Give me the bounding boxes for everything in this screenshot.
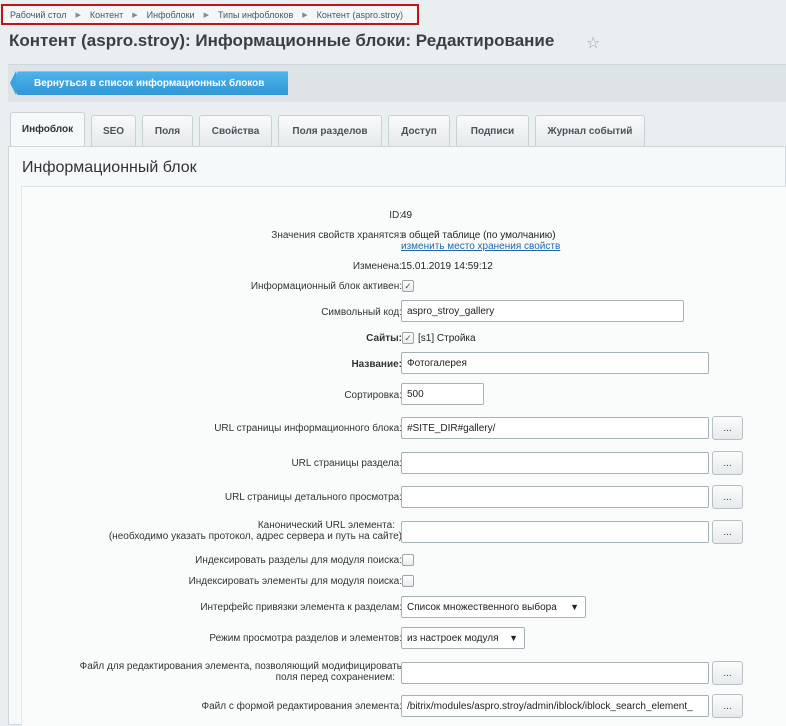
edit-file-label: Файл для редактирования элемента, позвол… — [79, 661, 402, 672]
form-file-label: Файл с формой редактирования элемента: — [201, 701, 402, 712]
modified-value: 15.01.2019 14:59:12 — [401, 261, 493, 272]
tab-section-fields[interactable]: Поля разделов — [278, 115, 382, 146]
form-file-browse-button[interactable]: ... — [712, 694, 743, 718]
form-file-input[interactable]: /bitrix/modules/aspro.stroy/admin/iblock… — [401, 695, 709, 717]
tab-event-log[interactable]: Журнал событий — [535, 115, 645, 146]
section-url-input[interactable] — [401, 452, 709, 474]
back-to-list-button[interactable]: Вернуться в список информационных блоков — [10, 71, 288, 95]
tab-seo[interactable]: SEO — [91, 115, 136, 146]
breadcrumb-item-desktop[interactable]: Рабочий стол — [10, 10, 67, 20]
list-url-input[interactable]: #SITE_DIR#gallery/ — [401, 417, 709, 439]
breadcrumb-item-current[interactable]: Контент (aspro.stroy) — [317, 10, 403, 20]
breadcrumb: Рабочий стол ▶ Контент ▶ Инфоблоки ▶ Тип… — [1, 4, 419, 25]
binding-label: Интерфейс привязки элемента к разделам: — [200, 602, 402, 613]
chevron-down-icon: ▼ — [509, 633, 518, 643]
breadcrumb-item-infoblock-types[interactable]: Типы инфоблоков — [218, 10, 293, 20]
edit-file-input[interactable] — [401, 662, 709, 684]
canonical-url-browse-button[interactable]: ... — [712, 520, 743, 544]
code-label: Символьный код: — [321, 307, 402, 318]
toolbar: Вернуться в список информационных блоков — [8, 64, 786, 102]
breadcrumb-item-content[interactable]: Контент — [90, 10, 123, 20]
tab-panel: Информационный блок ID: 49 Значения свой… — [8, 146, 786, 726]
detail-url-input[interactable] — [401, 486, 709, 508]
canonical-label: Канонический URL элемента: — [257, 520, 395, 531]
canonical-url-input[interactable] — [401, 521, 709, 543]
active-checkbox[interactable]: ✓ — [402, 280, 414, 292]
section-url-browse-button[interactable]: ... — [712, 451, 743, 475]
view-mode-label: Режим просмотра разделов и элементов: — [209, 633, 402, 644]
name-label: Название: — [351, 359, 402, 370]
index-sections-checkbox[interactable] — [402, 554, 414, 566]
storage-label: Значения свойств хранятся: — [271, 230, 402, 241]
id-value: 49 — [401, 210, 413, 221]
tab-infoblock[interactable]: Инфоблок — [10, 112, 85, 146]
view-mode-select-value: из настроек модуля — [407, 632, 499, 644]
active-label: Информационный блок активен: — [250, 281, 402, 292]
edit-file-browse-button[interactable]: ... — [712, 661, 743, 685]
breadcrumb-separator-icon: ▶ — [75, 11, 81, 19]
sites-label: Сайты: — [366, 333, 402, 344]
tab-captions[interactable]: Подписи — [456, 115, 529, 146]
tab-bar: Инфоблок SEO Поля Свойства Поля разделов… — [10, 112, 651, 146]
page-title: Контент (aspro.stroy): Информационные бл… — [9, 31, 555, 50]
tab-access[interactable]: Доступ — [388, 115, 450, 146]
view-mode-select[interactable]: из настроек модуля ▼ — [401, 627, 525, 649]
binding-select-value: Список множественного выбора — [407, 601, 557, 613]
index-elements-checkbox[interactable] — [402, 575, 414, 587]
site-s1-checkbox[interactable]: ✓ — [402, 332, 414, 344]
section-title: Информационный блок — [22, 159, 197, 176]
detail-url-label: URL страницы детального просмотра: — [224, 492, 402, 503]
name-input[interactable]: Фотогалерея — [401, 352, 709, 374]
breadcrumb-item-infoblocks[interactable]: Инфоблоки — [147, 10, 195, 20]
tab-fields[interactable]: Поля — [142, 115, 193, 146]
modified-label: Изменена: — [352, 261, 402, 272]
infoblock-form: ID: 49 Значения свойств хранятся: в обще… — [21, 186, 786, 726]
tab-properties[interactable]: Свойства — [199, 115, 272, 146]
binding-select[interactable]: Список множественного выбора ▼ — [401, 596, 586, 618]
storage-value: в общей таблице (по умолчанию) — [401, 230, 556, 241]
detail-url-browse-button[interactable]: ... — [712, 485, 743, 509]
change-storage-link[interactable]: изменить место хранения свойств — [401, 241, 560, 252]
breadcrumb-separator-icon: ▶ — [302, 11, 308, 19]
index-sections-label: Индексировать разделы для модуля поиска: — [195, 555, 402, 566]
breadcrumb-separator-icon: ▶ — [203, 11, 209, 19]
favorite-star-icon[interactable]: ☆ — [586, 33, 600, 53]
section-url-label: URL страницы раздела: — [291, 458, 402, 469]
index-elements-label: Индексировать элементы для модуля поиска… — [188, 576, 402, 587]
site-s1-label: [s1] Стройка — [418, 333, 476, 344]
code-input[interactable]: aspro_stroy_gallery — [401, 300, 684, 322]
breadcrumb-separator-icon: ▶ — [132, 11, 138, 19]
edit-file-label-cont: поля перед сохранением: — [275, 672, 395, 683]
chevron-down-icon: ▼ — [570, 602, 579, 612]
list-url-browse-button[interactable]: ... — [712, 416, 743, 440]
sort-label: Сортировка: — [344, 390, 402, 401]
list-url-label: URL страницы информационного блока: — [214, 423, 402, 434]
sort-input[interactable]: 500 — [401, 383, 484, 405]
canonical-hint: (необходимо указать протокол, адрес серв… — [108, 531, 402, 542]
